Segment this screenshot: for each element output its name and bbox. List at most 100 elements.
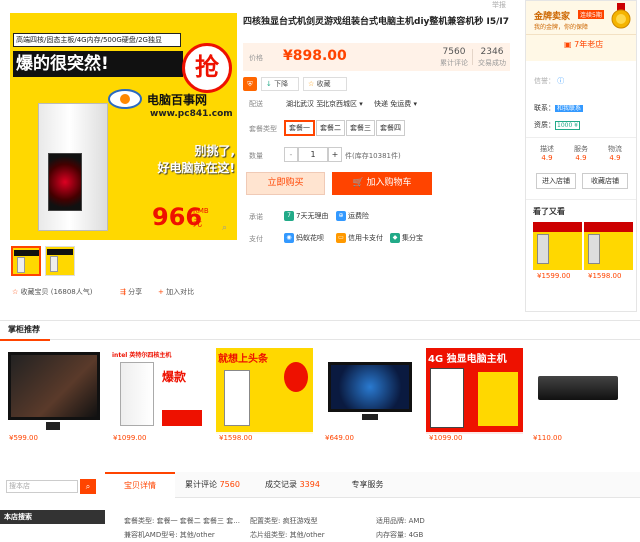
favorite-label: 收藏宝贝 (16808人气) — [20, 288, 93, 296]
package-option-3[interactable]: 套餐三 — [346, 120, 375, 136]
star-icon: ☆ — [308, 80, 315, 88]
tab-details[interactable]: 宝贝详情 — [105, 472, 175, 498]
monitor-image — [328, 362, 412, 412]
seven-day-icon: 7 — [284, 211, 294, 221]
shop-years-label: 7年老店 — [574, 40, 604, 49]
pc-image — [120, 362, 154, 426]
hero-yuan: 元 — [193, 219, 203, 229]
collect-label: 收藏 — [316, 80, 331, 88]
hero-site-url: www.pc841.com — [150, 109, 233, 119]
badge-image — [284, 362, 308, 392]
buy-now-button[interactable]: 立即购买 — [246, 172, 325, 195]
share-link[interactable]: ⇶ 分享 — [120, 287, 142, 297]
recommend-item-5-caption: 4G 独显电脑主机 — [428, 354, 507, 365]
attr-config: 配置类型: 疯狂游戏型 — [250, 517, 318, 525]
enter-store-button[interactable]: 进入店铺 — [536, 173, 576, 189]
shipping-label: 配送 — [249, 100, 263, 108]
sales-stat[interactable]: 2346 交易成功 — [473, 47, 511, 69]
shop-divider-2 — [526, 199, 636, 200]
rating-service-label: 服务 — [574, 145, 588, 153]
package-option-2[interactable]: 套餐二 — [316, 120, 345, 136]
rating-desc: 描述 4.9 — [532, 144, 562, 162]
package-label: 套餐类型 — [249, 125, 277, 133]
shipping-destination[interactable]: 北京西城区 ▾ — [322, 99, 363, 109]
shop-level: 金牌卖家 — [534, 12, 571, 22]
review-stat[interactable]: 7560 累计评论 — [435, 47, 473, 69]
favorite-link[interactable]: ☆ 收藏宝贝 (16808人气) — [12, 287, 92, 297]
pay-jifenbao[interactable]: ◆ 集分宝 — [390, 233, 423, 243]
store-search-input[interactable]: 搜本店 — [6, 480, 78, 493]
price-drop-button[interactable]: ↓ 下降 — [261, 77, 299, 91]
recommend-price-6: ¥110.00 — [530, 432, 627, 444]
recommend-price-3: ¥1598.00 — [216, 432, 313, 444]
recommend-item-5[interactable]: 4G 独显电脑主机 — [426, 348, 523, 434]
seller-credit-label: 信誉： — [534, 77, 555, 85]
recommend-item-4[interactable] — [322, 348, 419, 434]
review-count: 7560 — [442, 47, 466, 57]
add-to-cart-button[interactable]: 🛒 加入购物车 — [332, 172, 432, 195]
collect-button[interactable]: ☆ 收藏 — [303, 77, 347, 91]
attr-chipset: 芯片组类型: 其他/other — [250, 531, 325, 539]
recommend-item-3-caption: 就想上头条 — [218, 354, 268, 365]
hero-slogan-line-1: 别挑了, — [194, 144, 235, 158]
quantity-input[interactable]: 1 — [298, 147, 328, 162]
product-title: 四核独显台式机剑灵游戏组装台式电脑主机diy整机兼容机秒 I5/I7 — [243, 17, 510, 27]
zoom-icon[interactable]: ⌕ — [222, 223, 227, 233]
store-search-header: 本店搜索 — [0, 510, 105, 524]
see-also-item-1[interactable] — [533, 222, 582, 270]
compare-link[interactable]: + 加入对比 — [158, 287, 194, 297]
quantity-label: 数量 — [249, 152, 263, 160]
attr-brand: 适用品牌: AMD — [376, 517, 425, 525]
rating-logistics-label: 物流 — [608, 145, 622, 153]
contact-seller-button[interactable]: 和我联系 — [555, 105, 584, 112]
recommend-item-1[interactable] — [6, 348, 103, 434]
qualification-label: 资质： — [534, 121, 555, 129]
recommend-item-6[interactable] — [530, 348, 627, 434]
hero-site-name: 电脑百事网 — [147, 93, 208, 107]
gallery-thumb-1[interactable] — [11, 246, 41, 276]
recommend-price-2: ¥1099.00 — [110, 432, 207, 444]
see-also-item-2[interactable] — [584, 222, 633, 270]
quantity-increase[interactable]: + — [328, 147, 342, 162]
gallery-thumb-2[interactable] — [45, 246, 75, 276]
recommend-item-2-caption: intel 英特尔四核主机 — [112, 352, 172, 359]
pc-image — [224, 370, 250, 426]
promo-panel-image — [478, 372, 518, 426]
pay-huabei[interactable]: ◉ 蚂蚁花呗 — [284, 233, 324, 243]
qualification-badge: 1000 ¥ — [555, 121, 580, 130]
main-product-image[interactable]: 高端四核/固态主板/4G内存/500G硬盘/2G独显 爆的很突然! 抢 电脑百事… — [10, 13, 237, 240]
seller-credit: 信誉： ⓘ — [534, 76, 564, 86]
tab-reviews[interactable]: 累计评论 7560 — [175, 472, 250, 498]
report-link[interactable]: 举报 — [492, 0, 506, 10]
shop-level-badge: 连续5期 — [578, 10, 604, 19]
hero-slogan-line-2: 好电脑就在这! — [157, 161, 235, 175]
recommend-item-3[interactable]: 就想上头条 — [216, 348, 313, 434]
shop-years-icon: ▣ — [564, 40, 572, 49]
promise-7day-label: 7天无理由 — [296, 212, 329, 220]
promise-label: 承诺 — [249, 213, 263, 221]
promise-7day[interactable]: 7 7天无理由 — [284, 211, 328, 221]
favorite-store-button[interactable]: 收藏店铺 — [582, 173, 628, 189]
recommend-item-2[interactable]: intel 英特尔四核主机 爆款 — [110, 348, 207, 434]
hero-grab-badge: 抢 — [182, 43, 232, 93]
credit-card-icon: ▭ — [336, 233, 346, 243]
package-option-4[interactable]: 套餐四 — [376, 120, 405, 136]
share-label: 分享 — [128, 288, 143, 296]
package-option-1[interactable]: 套餐一 — [284, 120, 315, 136]
seller-contact[interactable]: 联系： 和我联系 — [534, 103, 584, 113]
pay-credit-card[interactable]: ▭ 信用卡支付 — [336, 233, 383, 243]
tab-services[interactable]: 专享服务 — [335, 472, 400, 498]
attr-amd-model: 兼容机AMD型号: 其他/other — [124, 531, 215, 539]
review-label: 累计评论 — [440, 59, 468, 67]
search-button[interactable]: ⌕ — [80, 479, 96, 494]
recommend-header — [0, 320, 640, 340]
shop-years: ▣ 7年老店 — [564, 39, 603, 50]
cart-icon: 🛒 — [352, 178, 364, 188]
recommend-price-1: ¥599.00 — [6, 432, 103, 444]
tab-transactions[interactable]: 成交记录 3394 — [250, 472, 335, 498]
attr-package: 套餐类型: 套餐一 套餐二 套餐三 套... — [124, 517, 240, 525]
price-box: 价格 ¥898.00 7560 累计评论 2346 交易成功 — [243, 43, 510, 71]
quantity-decrease[interactable]: - — [284, 147, 298, 162]
promise-freight[interactable]: ⊕ 运费险 — [336, 211, 369, 221]
shipping-method[interactable]: 快递 免运费 ▾ — [374, 99, 417, 109]
